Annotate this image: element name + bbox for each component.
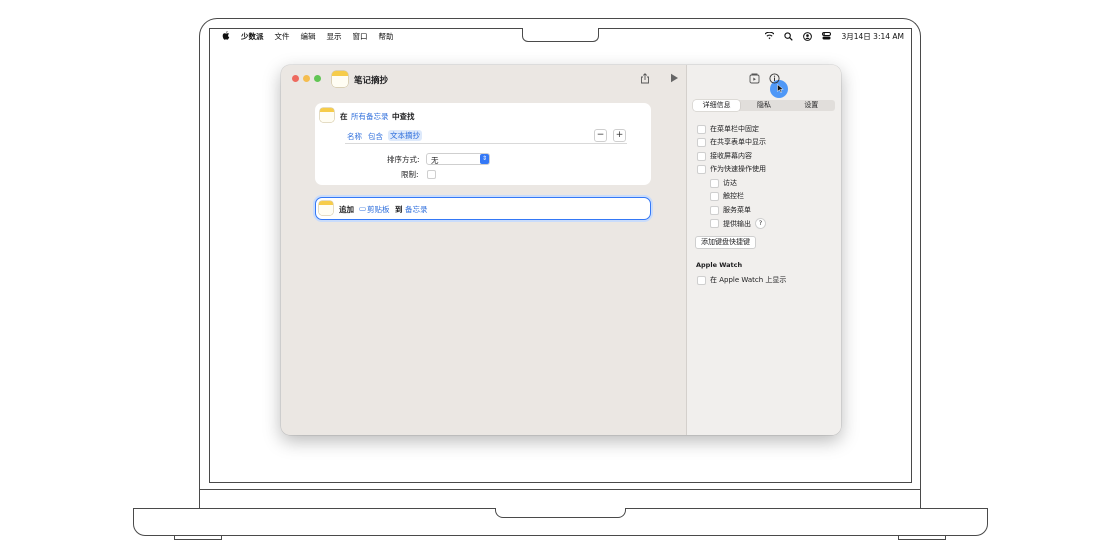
source-token[interactable]: 剪贴板 [367, 204, 390, 215]
checkbox[interactable] [697, 275, 706, 285]
inspector-panel: 详细信息 隐私 设置 在菜单栏中固定 在共享表单中显示 接收屏幕内容 作为快速操… [686, 65, 841, 435]
window-title[interactable]: 笔记摘抄 [354, 74, 388, 86]
screen: 少数派 文件 编辑 显示 窗口 帮助 3月14日 3:14 AM 笔记摘抄 在 … [209, 28, 912, 483]
option-label: 在共享表单中显示 [710, 138, 766, 146]
close-button[interactable] [292, 75, 299, 82]
option-label: 提供输出 [723, 219, 751, 228]
option-receive-screen[interactable]: 接收屏幕内容 [697, 151, 752, 161]
laptop-thumb-notch [495, 508, 626, 518]
checkbox[interactable] [710, 219, 719, 228]
minimize-button[interactable] [303, 75, 310, 82]
notes-icon [319, 201, 333, 215]
notes-icon [332, 71, 348, 87]
option-touch-bar[interactable]: 触控栏 [710, 191, 744, 201]
title-bar: 笔记摘抄 [281, 65, 686, 95]
search-icon[interactable] [784, 32, 794, 41]
tab-settings[interactable]: 设置 [788, 100, 835, 111]
checkbox[interactable] [697, 164, 706, 174]
zoom-button[interactable] [314, 75, 321, 82]
laptop-foot-left [174, 536, 222, 540]
limit-checkbox[interactable] [427, 170, 436, 179]
library-icon[interactable] [749, 73, 760, 87]
checkbox[interactable] [710, 205, 719, 215]
option-label: 访达 [723, 179, 737, 187]
option-provide-output[interactable]: 提供输出? [710, 218, 766, 229]
option-label: 在菜单栏中固定 [710, 125, 759, 133]
control-center-icon[interactable] [822, 32, 832, 41]
append-to: 到 [395, 205, 403, 214]
option-label: 作为快速操作使用 [710, 165, 766, 173]
inspector-tabs: 详细信息 隐私 设置 [693, 100, 835, 111]
add-filter-button[interactable]: + [613, 129, 626, 142]
sort-select[interactable]: 无 ⇕ [426, 153, 490, 165]
option-label: 服务菜单 [723, 206, 751, 214]
menu-file[interactable]: 文件 [275, 31, 290, 42]
scope-token[interactable]: 所有备忘录 [351, 111, 389, 122]
tab-privacy[interactable]: 隐私 [740, 100, 787, 111]
checkbox[interactable] [710, 178, 719, 188]
menu-clock[interactable]: 3月14日 3:14 AM [841, 31, 904, 42]
chevron-updown-icon: ⇕ [480, 154, 489, 164]
find-notes-action[interactable]: 在 所有备忘录 中查找 名称 包含 文本摘抄 − + 排序方式: 无 ⇕ 限制: [315, 103, 651, 185]
menu-window[interactable]: 窗口 [353, 31, 368, 42]
apple-menu-icon[interactable] [222, 31, 230, 42]
option-label: 在 Apple Watch 上显示 [710, 276, 787, 284]
menu-app-name[interactable]: 少数派 [241, 31, 264, 42]
help-button[interactable]: ? [755, 218, 766, 229]
wifi-icon[interactable] [765, 31, 775, 41]
menu-edit[interactable]: 编辑 [301, 31, 316, 42]
share-icon[interactable] [640, 73, 650, 87]
append-note-action[interactable]: 追加 ▭ 剪贴板 到 备忘录 [315, 197, 651, 220]
checkbox[interactable] [710, 191, 719, 201]
user-icon[interactable] [803, 32, 813, 41]
notes-icon [320, 108, 334, 122]
checkbox[interactable] [697, 137, 706, 147]
clipboard-icon: ▭ [359, 204, 367, 213]
editor-canvas: 在 所有备忘录 中查找 名称 包含 文本摘抄 − + 排序方式: 无 ⇕ 限制: [281, 95, 686, 435]
option-label: 触控栏 [723, 192, 744, 200]
sort-label: 排序方式: [387, 155, 420, 164]
action-prefix: 在 [340, 112, 348, 121]
sort-value: 无 [431, 156, 439, 165]
pointer-icon [777, 83, 784, 95]
option-services-menu[interactable]: 服务菜单 [710, 205, 751, 215]
watch-heading: Apple Watch [696, 261, 743, 269]
laptop-hinge [199, 489, 921, 509]
tab-details[interactable]: 详细信息 [693, 100, 741, 111]
filter-value[interactable]: 文本摘抄 [388, 130, 422, 141]
option-show-on-watch[interactable]: 在 Apple Watch 上显示 [697, 275, 786, 285]
run-icon[interactable] [670, 73, 679, 86]
remove-filter-button[interactable]: − [594, 129, 607, 142]
menu-help[interactable]: 帮助 [379, 31, 394, 42]
add-keyboard-shortcut-button[interactable]: 添加键盘快捷键 [695, 236, 756, 249]
checkbox[interactable] [697, 151, 706, 161]
limit-label: 限制: [401, 170, 419, 179]
option-share-sheet[interactable]: 在共享表单中显示 [697, 137, 766, 147]
filter-operator[interactable]: 包含 [368, 131, 383, 142]
option-pin-menubar[interactable]: 在菜单栏中固定 [697, 124, 759, 134]
checkbox[interactable] [697, 124, 706, 134]
laptop-foot-right [898, 536, 946, 540]
option-finder[interactable]: 访达 [710, 178, 737, 188]
menu-view[interactable]: 显示 [327, 31, 342, 42]
camera-notch [522, 28, 599, 42]
filter-field[interactable]: 名称 [347, 131, 362, 142]
append-verb: 追加 [339, 205, 354, 214]
option-quick-action[interactable]: 作为快速操作使用 [697, 164, 766, 174]
option-label: 接收屏幕内容 [710, 152, 752, 160]
action-suffix: 中查找 [392, 112, 415, 121]
divider [345, 143, 627, 144]
shortcut-window: 笔记摘抄 在 所有备忘录 中查找 名称 包含 文本摘抄 − + 排序方式: 无 … [281, 65, 841, 435]
target-token[interactable]: 备忘录 [405, 204, 428, 215]
